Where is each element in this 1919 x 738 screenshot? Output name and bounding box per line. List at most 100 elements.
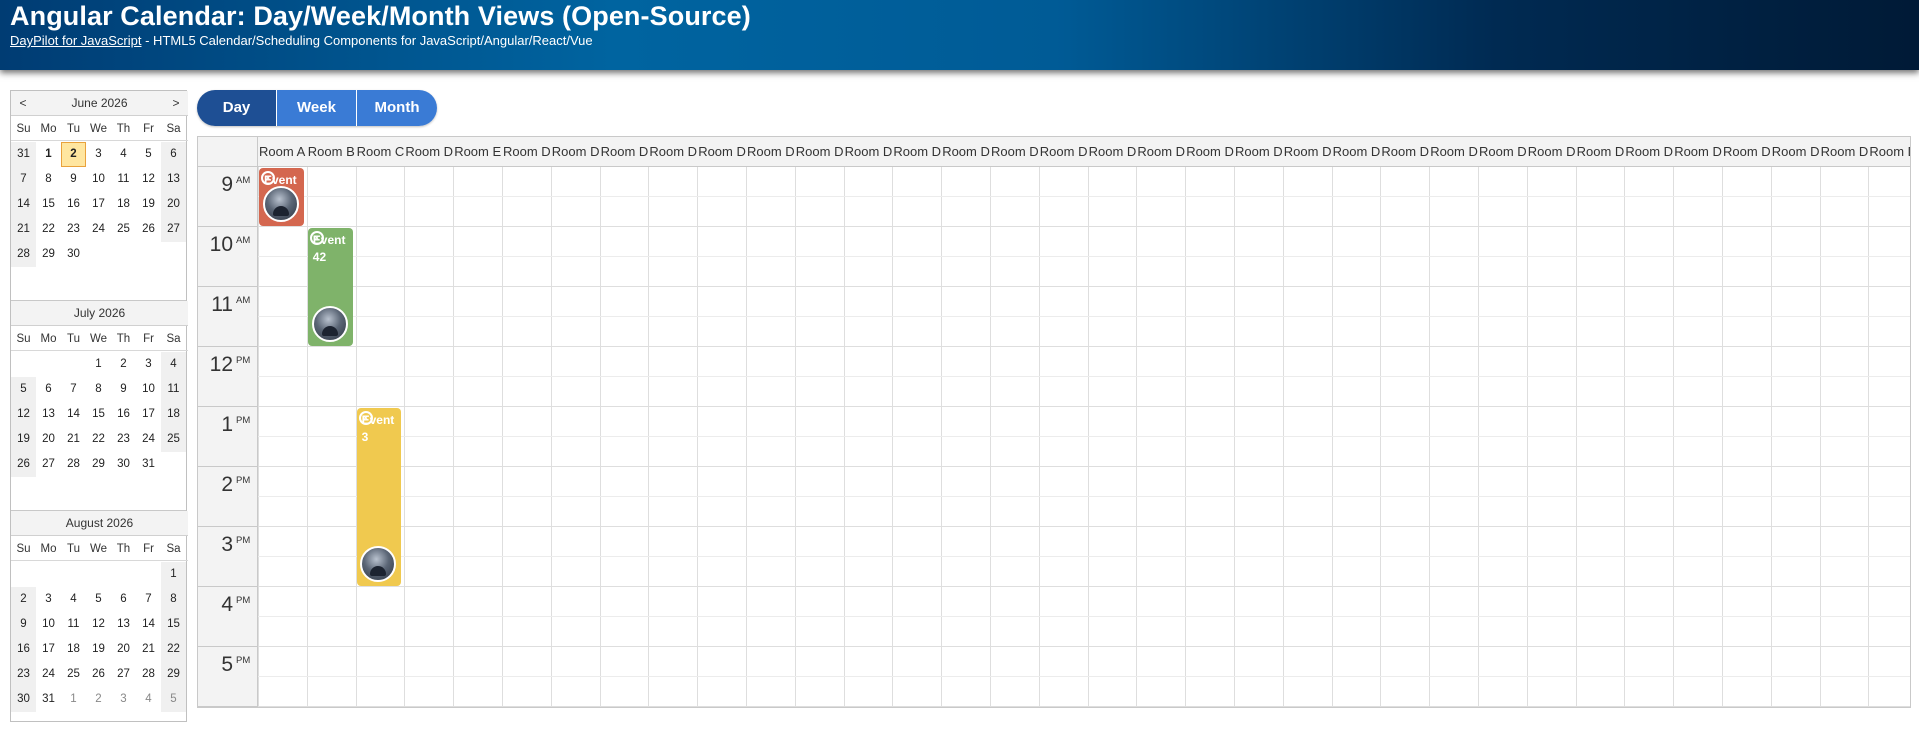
- next-month-button[interactable]: >: [164, 91, 188, 116]
- navigator-day[interactable]: 24: [86, 217, 111, 242]
- navigator-day[interactable]: 24: [36, 662, 61, 687]
- navigator-day[interactable]: 13: [161, 167, 186, 192]
- navigator-day[interactable]: 29: [36, 242, 61, 267]
- column-header[interactable]: Room D: [990, 137, 1040, 167]
- navigator-day[interactable]: 20: [161, 192, 186, 217]
- navigator-day[interactable]: 20: [111, 637, 136, 662]
- column-header[interactable]: Room D: [648, 137, 699, 167]
- navigator-day[interactable]: 10: [86, 167, 111, 192]
- navigator-day[interactable]: 3: [111, 687, 136, 712]
- navigator-day[interactable]: 5: [11, 377, 36, 402]
- navigator-day[interactable]: 2: [11, 587, 36, 612]
- navigator-day[interactable]: 8: [36, 167, 61, 192]
- week-view-button[interactable]: Week: [277, 90, 357, 126]
- day-view-button[interactable]: Day: [197, 90, 277, 126]
- navigator-day[interactable]: 25: [111, 217, 136, 242]
- column-header[interactable]: Room D: [1770, 137, 1821, 167]
- navigator-day[interactable]: 1: [86, 352, 111, 377]
- navigator-day[interactable]: 27: [111, 662, 136, 687]
- navigator-day[interactable]: 28: [61, 452, 86, 477]
- navigator-day[interactable]: 29: [86, 452, 111, 477]
- navigator-day[interactable]: 5: [136, 142, 161, 167]
- navigator-day[interactable]: 16: [11, 637, 36, 662]
- delete-icon[interactable]: ×: [261, 171, 275, 185]
- navigator-day[interactable]: 11: [111, 167, 136, 192]
- column-header[interactable]: Room D: [1478, 137, 1528, 167]
- navigator-day[interactable]: 31: [136, 452, 161, 477]
- column-header[interactable]: Room D: [1038, 137, 1089, 167]
- navigator-day[interactable]: 11: [61, 612, 86, 637]
- column-header[interactable]: Room D: [599, 137, 650, 167]
- navigator-day[interactable]: 27: [161, 217, 186, 242]
- navigator-day[interactable]: 26: [136, 217, 161, 242]
- navigator-day[interactable]: 31: [11, 142, 36, 167]
- navigator-day[interactable]: 3: [136, 352, 161, 377]
- navigator-day[interactable]: 2: [61, 142, 86, 167]
- navigator-day[interactable]: 23: [61, 217, 86, 242]
- delete-icon[interactable]: ×: [309, 231, 324, 245]
- navigator-day[interactable]: 18: [61, 637, 86, 662]
- navigator-day[interactable]: 19: [11, 427, 36, 452]
- navigator-day[interactable]: 28: [136, 662, 161, 687]
- calendar-event[interactable]: Event ×: [259, 168, 304, 226]
- navigator-day[interactable]: 24: [136, 427, 161, 452]
- navigator-day[interactable]: 21: [136, 637, 161, 662]
- navigator-day[interactable]: 30: [61, 242, 86, 267]
- column-header[interactable]: Room A: [258, 137, 308, 167]
- column-header[interactable]: Room D: [550, 137, 601, 167]
- column-header[interactable]: Room D: [1526, 137, 1577, 167]
- navigator-day[interactable]: 9: [61, 167, 86, 192]
- column-header[interactable]: Room D: [941, 137, 991, 167]
- navigator-day[interactable]: 26: [86, 662, 111, 687]
- navigator-day[interactable]: 1: [36, 142, 61, 167]
- navigator-day[interactable]: 7: [11, 167, 36, 192]
- column-header[interactable]: Room D: [502, 137, 552, 167]
- navigator-day[interactable]: 7: [61, 377, 86, 402]
- column-header[interactable]: Room D: [1868, 137, 1910, 167]
- navigator-day[interactable]: 23: [111, 427, 136, 452]
- navigator-day[interactable]: 30: [111, 452, 136, 477]
- navigator-day[interactable]: 3: [36, 587, 61, 612]
- column-header[interactable]: Room D: [1722, 137, 1772, 167]
- column-header[interactable]: Room D: [404, 137, 455, 167]
- navigator-day[interactable]: 28: [11, 242, 36, 267]
- navigator-day[interactable]: 17: [136, 402, 161, 427]
- navigator-day[interactable]: 15: [161, 612, 186, 637]
- navigator-day[interactable]: 2: [86, 687, 111, 712]
- column-header[interactable]: Room D: [697, 137, 747, 167]
- prev-month-button[interactable]: <: [11, 91, 35, 116]
- navigator-day[interactable]: 22: [161, 637, 186, 662]
- navigator-day[interactable]: 22: [86, 427, 111, 452]
- navigator-day[interactable]: 31: [36, 687, 61, 712]
- navigator-day[interactable]: 17: [36, 637, 61, 662]
- column-header[interactable]: Room C: [355, 137, 406, 167]
- navigator-day[interactable]: 10: [136, 377, 161, 402]
- navigator-day[interactable]: 5: [161, 687, 186, 712]
- navigator-day[interactable]: 19: [86, 637, 111, 662]
- navigator-day[interactable]: 4: [61, 587, 86, 612]
- delete-icon[interactable]: ×: [358, 411, 373, 425]
- navigator-day[interactable]: 4: [161, 352, 186, 377]
- column-header[interactable]: Room D: [843, 137, 894, 167]
- navigator-day[interactable]: 22: [36, 217, 61, 242]
- navigator-day[interactable]: 20: [36, 427, 61, 452]
- column-header[interactable]: Room D: [1136, 137, 1187, 167]
- column-header[interactable]: Room D: [794, 137, 845, 167]
- navigator-day[interactable]: 6: [111, 587, 136, 612]
- navigator-day[interactable]: 4: [111, 142, 136, 167]
- navigator-day[interactable]: 30: [11, 687, 36, 712]
- navigator-day[interactable]: 19: [136, 192, 161, 217]
- navigator-day[interactable]: 27: [36, 452, 61, 477]
- navigator-day[interactable]: 14: [61, 402, 86, 427]
- navigator-day[interactable]: 23: [11, 662, 36, 687]
- navigator-day[interactable]: 21: [61, 427, 86, 452]
- navigator-day[interactable]: 13: [111, 612, 136, 637]
- navigator-day[interactable]: 26: [11, 452, 36, 477]
- navigator-day[interactable]: 6: [36, 377, 61, 402]
- calendar-event[interactable]: Event 3 ×: [356, 408, 402, 586]
- navigator-day[interactable]: 18: [161, 402, 186, 427]
- column-header[interactable]: Room E: [453, 137, 503, 167]
- column-header[interactable]: Room B: [306, 137, 357, 167]
- navigator-day[interactable]: 11: [161, 377, 186, 402]
- navigator-day[interactable]: 8: [161, 587, 186, 612]
